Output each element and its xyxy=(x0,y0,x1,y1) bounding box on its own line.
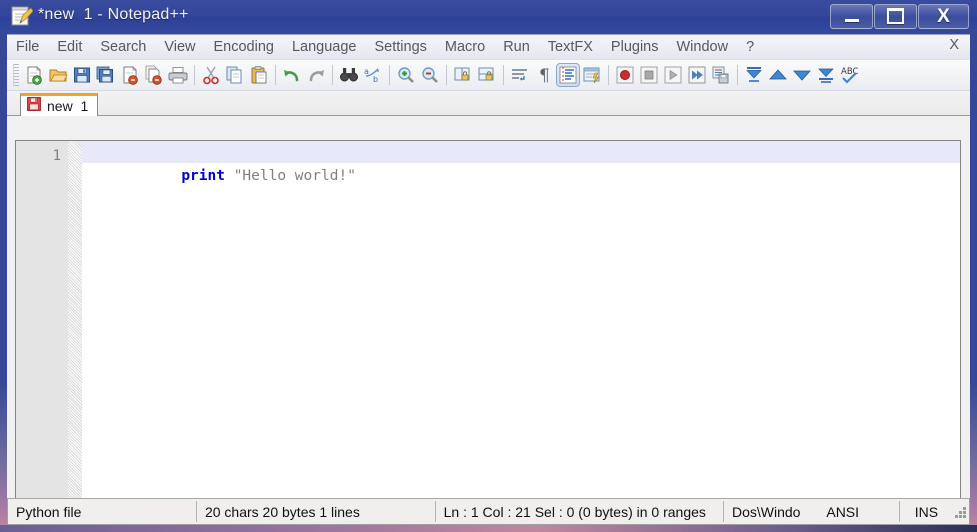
status-counts: 20 chars 20 bytes 1 lines xyxy=(204,503,360,520)
status-eol-format: Dos\Windo xyxy=(732,503,801,520)
toolbar: a b ¶ ABC xyxy=(7,60,970,91)
client-area: File Edit Search View Encoding Language … xyxy=(7,34,970,525)
document-tab-bar: new 1 xyxy=(7,91,970,116)
line-number-gutter: 1 xyxy=(16,141,68,519)
maximize-button[interactable] xyxy=(874,3,917,29)
collapse-all-icon[interactable] xyxy=(742,63,766,87)
paste-icon[interactable] xyxy=(247,63,271,87)
window-frame-bottom xyxy=(0,525,977,532)
fold-down-icon[interactable] xyxy=(790,63,814,87)
undo-icon[interactable] xyxy=(280,63,304,87)
svg-text:¶: ¶ xyxy=(539,66,550,85)
svg-text:b: b xyxy=(373,75,378,84)
spell-check-icon[interactable]: ABC xyxy=(838,63,862,87)
status-encoding: ANSI xyxy=(826,503,860,520)
toolbar-separator xyxy=(608,65,609,85)
status-document-type: Python file xyxy=(16,503,82,520)
status-insert-mode: INS xyxy=(914,503,939,520)
notepadpp-window: *new 1 - Notepad++ X File Edit Search Vi… xyxy=(0,0,977,532)
run-macro-multiple-icon[interactable] xyxy=(685,63,709,87)
window-title: *new 1 - Notepad++ xyxy=(38,6,189,23)
save-icon[interactable] xyxy=(70,63,94,87)
caption-buttons: X xyxy=(829,2,969,30)
toolbar-separator xyxy=(503,65,504,85)
save-macro-icon[interactable] xyxy=(709,63,733,87)
notepad-pencil-icon xyxy=(11,6,34,27)
svg-text:a: a xyxy=(364,67,369,76)
fold-up-icon[interactable] xyxy=(766,63,790,87)
menu-item-window[interactable]: Window xyxy=(667,37,737,58)
svg-text:ABC: ABC xyxy=(841,67,858,77)
editor-area[interactable]: 1 print "Hello world!" xyxy=(15,140,961,520)
code-text-area[interactable]: print "Hello world!" xyxy=(82,141,960,519)
save-all-icon[interactable] xyxy=(94,63,118,87)
minimize-icon xyxy=(844,18,859,22)
open-file-icon[interactable] xyxy=(46,63,70,87)
menu-item-run[interactable]: Run xyxy=(494,37,539,58)
minimize-button[interactable] xyxy=(830,3,873,29)
menu-bar: File Edit Search View Encoding Language … xyxy=(7,35,970,60)
play-macro-icon[interactable] xyxy=(661,63,685,87)
title-bar[interactable]: *new 1 - Notepad++ X xyxy=(0,0,977,34)
token-string: "Hello world!" xyxy=(233,168,356,184)
menu-item-edit[interactable]: Edit xyxy=(48,37,91,58)
toolbar-separator xyxy=(332,65,333,85)
menu-item-encoding[interactable]: Encoding xyxy=(205,37,283,58)
menu-item-file[interactable]: File xyxy=(7,37,48,58)
menu-item-settings[interactable]: Settings xyxy=(365,37,435,58)
zoom-out-icon[interactable] xyxy=(418,63,442,87)
print-icon[interactable] xyxy=(166,63,190,87)
sync-vertical-scroll-icon[interactable] xyxy=(451,63,475,87)
fold-margin[interactable] xyxy=(68,141,82,519)
close-button[interactable]: X xyxy=(918,3,969,29)
record-macro-icon[interactable] xyxy=(613,63,637,87)
menu-item-plugins[interactable]: Plugins xyxy=(602,37,668,58)
menu-item-search[interactable]: Search xyxy=(91,37,155,58)
new-file-icon[interactable] xyxy=(22,63,46,87)
copy-icon[interactable] xyxy=(223,63,247,87)
line-number: 1 xyxy=(52,148,61,164)
toolbar-separator xyxy=(194,65,195,85)
show-all-characters-icon[interactable]: ¶ xyxy=(532,63,556,87)
redo-icon[interactable] xyxy=(304,63,328,87)
window-frame-right xyxy=(970,0,977,532)
indent-guide-icon[interactable] xyxy=(556,63,580,87)
toolbar-separator xyxy=(275,65,276,85)
zoom-in-icon[interactable] xyxy=(394,63,418,87)
tab-new-1[interactable]: new 1 xyxy=(20,93,99,116)
toolbar-separator xyxy=(446,65,447,85)
code-line-1: print "Hello world!" xyxy=(82,146,960,184)
status-caret-position: Ln : 1 Col : 21 Sel : 0 (0 bytes) in 0 r… xyxy=(443,503,706,520)
close-icon: X xyxy=(937,5,950,27)
tab-label: new 1 xyxy=(47,98,89,114)
replace-icon[interactable]: a b xyxy=(361,63,385,87)
window-frame-left xyxy=(0,0,7,532)
toolbar-grip[interactable] xyxy=(13,64,19,86)
toolbar-separator xyxy=(389,65,390,85)
toolbar-separator xyxy=(737,65,738,85)
resize-grip[interactable] xyxy=(953,505,966,519)
token-keyword: print xyxy=(181,168,225,184)
maximize-icon xyxy=(887,8,904,24)
close-all-icon[interactable] xyxy=(142,63,166,87)
menu-item-help[interactable]: ? xyxy=(737,37,763,58)
find-icon[interactable] xyxy=(337,63,361,87)
status-bar: Python file 20 chars 20 bytes 1 lines Ln… xyxy=(7,498,970,525)
menu-item-view[interactable]: View xyxy=(155,37,204,58)
menu-item-language[interactable]: Language xyxy=(283,37,366,58)
menu-item-macro[interactable]: Macro xyxy=(436,37,494,58)
sync-horizontal-scroll-icon[interactable] xyxy=(475,63,499,87)
close-file-icon[interactable] xyxy=(118,63,142,87)
stop-macro-icon[interactable] xyxy=(637,63,661,87)
close-document-button[interactable]: X xyxy=(945,37,963,53)
word-wrap-icon[interactable] xyxy=(508,63,532,87)
unsaved-floppy-icon xyxy=(27,96,41,116)
user-defined-language-icon[interactable] xyxy=(580,63,604,87)
cut-icon[interactable] xyxy=(199,63,223,87)
menu-item-textfx[interactable]: TextFX xyxy=(539,37,602,58)
expand-all-icon[interactable] xyxy=(814,63,838,87)
